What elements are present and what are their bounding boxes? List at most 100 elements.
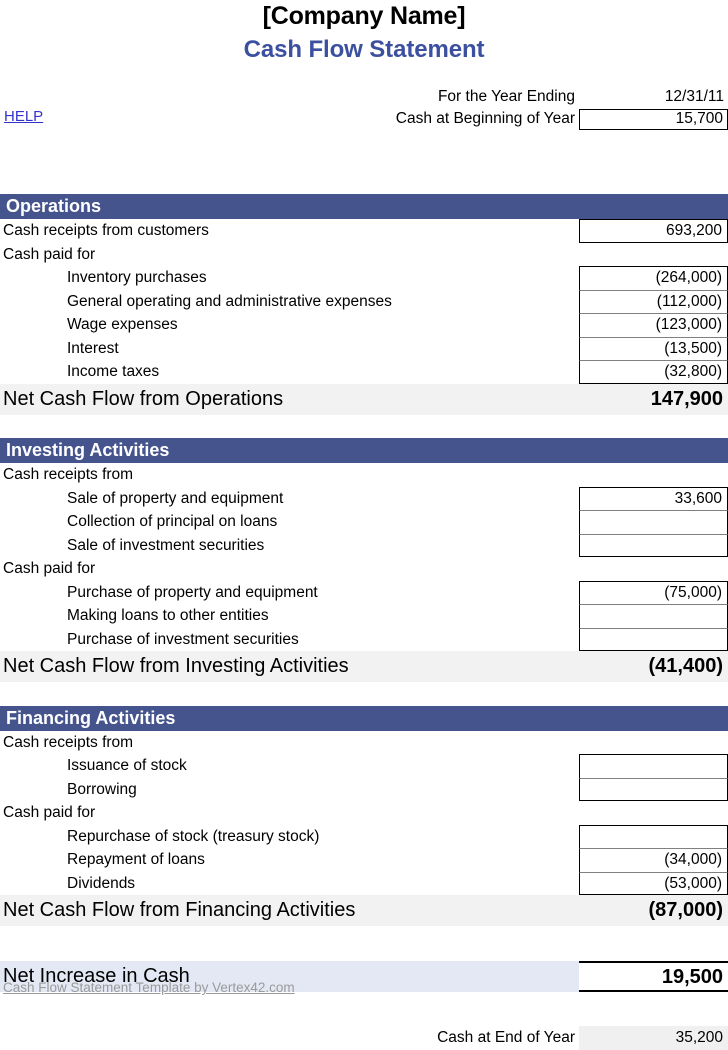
line-item-label: Income taxes [67,363,160,380]
section-financing-activities: Financing Activities Cash receipts from Is… [0,705,728,950]
group-heading-row: Cash paid for [0,243,728,267]
line-item-row: Income taxes (32,800) [0,360,728,384]
line-item-row: Cash receipts from customers 693,200 [0,219,728,243]
line-item-value-input[interactable]: (123,000) [579,313,728,337]
section-header: Investing Activities [0,438,728,463]
line-item-row: Sale of property and equipment 33,600 [0,486,728,510]
group-heading-spacer-cell [579,243,728,267]
line-item-label: Purchase of investment securities [67,630,299,648]
line-item-value-input[interactable] [579,754,728,778]
line-item-row: Interest (13,500) [0,336,728,360]
line-item-row: Borrowing [0,777,728,801]
net-cash-flow-row: Net Cash Flow from Financing Activities (… [0,895,728,926]
summary-spacer [0,950,728,961]
line-item-label: Borrowing [67,780,137,798]
end-cash-value: 35,200 [579,1025,728,1050]
line-item-row: Inventory purchases (264,000) [0,266,728,290]
cash-flow-statement-sheet: [Company Name] Cash Flow Statement HELP … [0,0,728,1050]
net-cash-flow-value: (87,000) [648,899,724,921]
net-cash-flow-label: Net Cash Flow from Operations [3,387,284,410]
beginning-cash-input[interactable]: 15,700 [579,108,728,130]
net-cash-flow-label: Net Cash Flow from Investing Activities [3,655,349,677]
sections-container: Operations Cash receipts from customers 69… [0,194,728,950]
line-item-label: Inventory purchases [67,269,207,286]
section-header: Financing Activities [0,705,728,731]
line-item-value-input[interactable]: (112,000) [579,289,728,313]
line-item-row: Collection of principal on loans [0,510,728,534]
line-item-label: Repurchase of stock (treasury stock) [67,827,320,845]
line-item-value-input[interactable]: (13,500) [579,336,728,360]
year-ending-label: For the Year Ending [437,88,575,105]
end-cash-label: Cash at End of Year [437,1028,575,1046]
section-header: Operations [0,194,728,219]
line-item-row: Repurchase of stock (treasury stock) [0,824,728,848]
footer-credit-link[interactable]: Cash Flow Statement Template by Vertex42… [3,980,295,995]
line-item-label: Dividends [67,874,136,892]
group-heading-spacer-cell [579,557,728,581]
end-cash-row: Cash at End of Year 35,200 [0,1025,728,1050]
line-item-label: Interest [67,339,119,357]
section-investing-activities: Investing Activities Cash receipts from Sa… [0,438,728,706]
group-heading-row: Cash paid for [0,801,728,825]
line-item-value-input[interactable]: (32,800) [579,360,728,384]
line-item-value-input[interactable]: (264,000) [579,266,728,290]
line-item-label: Issuance of stock [67,757,187,774]
line-item-label: Making loans to other entities [67,607,269,624]
line-item-row: Purchase of property and equipment (75,00… [0,580,728,604]
line-item-value-input[interactable] [579,510,728,534]
line-item-value-input[interactable] [579,777,728,801]
line-item-row: Making loans to other entities [0,604,728,628]
line-item-value-input[interactable]: (75,000) [579,580,728,604]
line-item-value-input[interactable] [579,533,728,557]
line-item-label: Purchase of property and equipment [67,583,318,601]
line-item-row: Dividends (53,000) [0,871,728,895]
section-operations: Operations Cash receipts from customers 69… [0,194,728,438]
line-item-value-input[interactable] [579,627,728,651]
group-heading-label: Cash paid for [3,245,96,263]
net-cash-flow-value: (41,400) [648,655,724,677]
line-item-label: Collection of principal on loans [67,513,278,530]
net-increase-value: 19,500 [579,960,728,992]
line-item-label: Cash receipts from customers [3,222,209,239]
group-heading-row: Cash receipts from [0,731,728,755]
beginning-cash-label: Cash at Beginning of Year [395,110,575,127]
net-cash-flow-value: 147,900 [650,387,723,410]
line-item-value-input[interactable] [579,824,728,848]
group-heading-label: Cash receipts from [3,466,134,483]
line-item-row: Issuance of stock [0,754,728,778]
group-heading-row: Cash receipts from [0,463,728,487]
line-item-label: Wage expenses [67,316,178,333]
line-item-row: Repayment of loans (34,000) [0,848,728,872]
year-ending-row: For the Year Ending 12/31/11 [0,86,728,108]
net-cash-flow-row: Net Cash Flow from Operations 147,900 [0,383,728,415]
line-item-label: Sale of investment securities [67,536,265,554]
group-heading-label: Cash receipts from [3,733,134,751]
net-cash-flow-label: Net Cash Flow from Financing Activities [3,899,356,921]
statement-header-meta: For the Year Ending 12/31/11 Cash at Beg… [0,86,728,130]
line-item-row: Wage expenses (123,000) [0,313,728,337]
line-item-row: Purchase of investment securities [0,627,728,651]
line-item-row: General operating and administrative exp… [0,289,728,313]
net-cash-flow-row: Net Cash Flow from Investing Activities (… [0,651,728,682]
group-heading-row: Cash paid for [0,557,728,581]
page-title-company: [Company Name] [262,2,466,30]
line-item-label: Sale of property and equipment [67,489,284,507]
group-heading-label: Cash paid for [3,560,96,577]
line-item-value-input[interactable] [579,604,728,628]
beginning-cash-row: Cash at Beginning of Year 15,700 [0,108,728,130]
line-item-label: Repayment of loans [67,851,205,868]
group-heading-spacer-cell [579,731,728,755]
line-item-row: Sale of investment securities [0,533,728,557]
line-item-value-input[interactable]: 693,200 [579,219,728,243]
group-heading-spacer-cell [579,463,728,487]
line-item-value-input[interactable]: 33,600 [579,486,728,510]
line-item-value-input[interactable]: (53,000) [579,871,728,895]
page-title-statement: Cash Flow Statement [243,36,485,63]
group-heading-label: Cash paid for [3,804,96,821]
line-item-value-input[interactable]: (34,000) [579,848,728,872]
group-heading-spacer-cell [579,801,728,825]
year-ending-value: 12/31/11 [664,88,724,105]
